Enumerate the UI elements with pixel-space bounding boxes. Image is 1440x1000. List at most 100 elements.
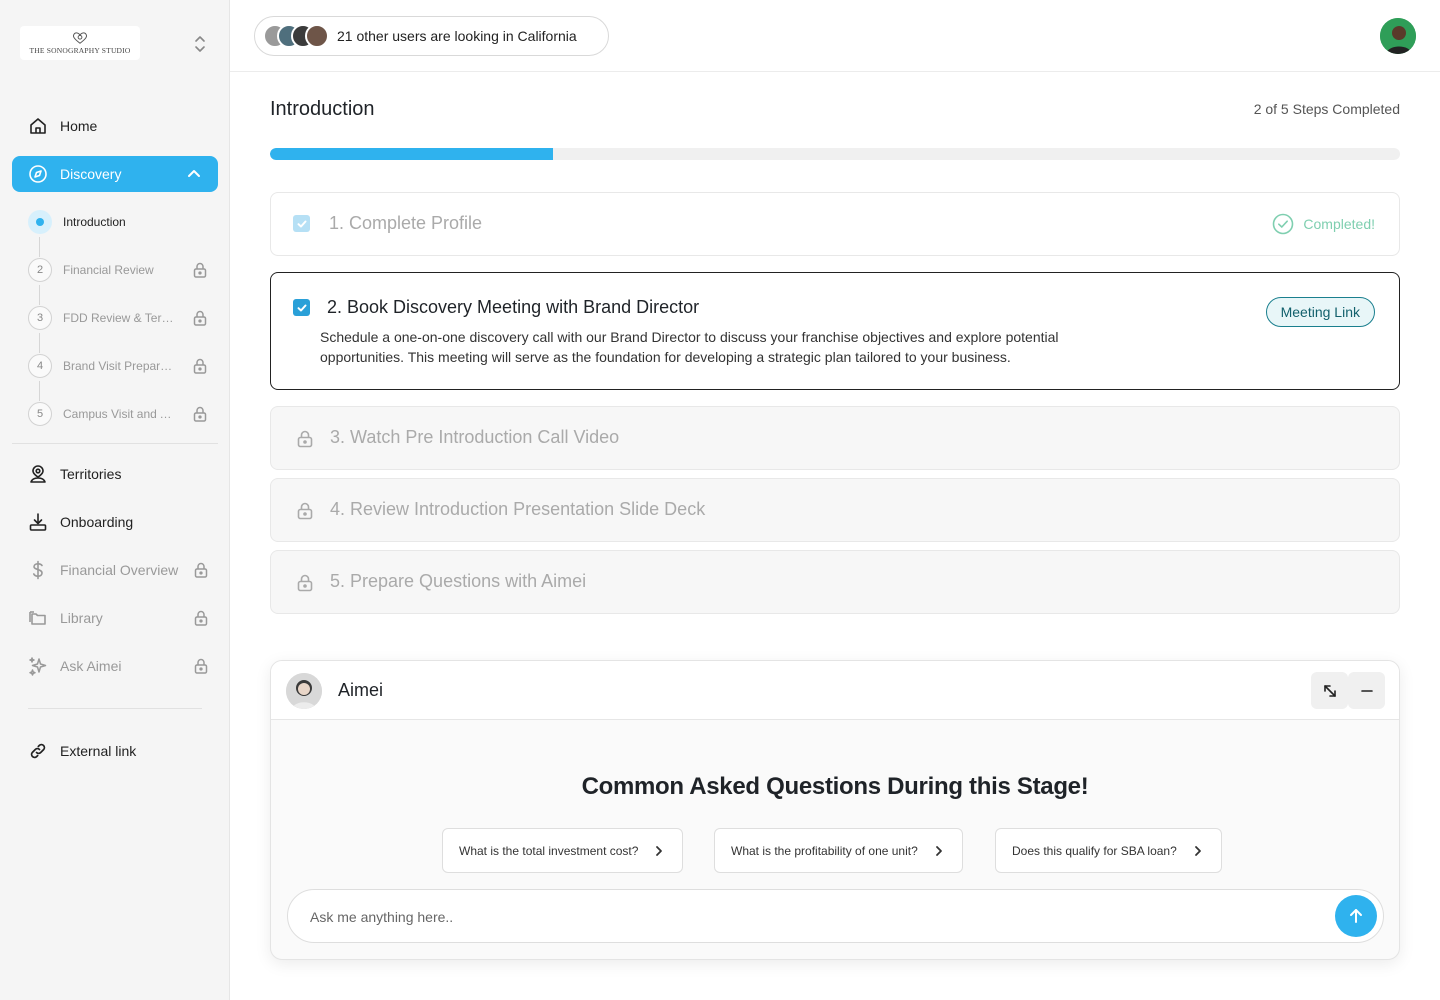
lock-icon xyxy=(193,310,207,326)
suggestion-chip-sba-loan[interactable]: Does this qualify for SBA loan? xyxy=(995,828,1222,873)
user-location-icon xyxy=(28,464,48,484)
sidebar-subitem-brand-visit[interactable]: 4 Brand Visit Preparation xyxy=(28,353,218,379)
sidebar-item-label: External link xyxy=(60,743,137,759)
subitem-label: Introduction xyxy=(63,215,126,229)
sidebar-item-label: Library xyxy=(60,610,103,626)
lock-icon xyxy=(194,658,208,674)
dollar-icon xyxy=(28,560,48,580)
step-card-watch-video[interactable]: 3. Watch Pre Introduction Call Video xyxy=(270,406,1400,470)
step-number: 2 xyxy=(28,258,52,282)
step-card-review-slide-deck[interactable]: 4. Review Introduction Presentation Slid… xyxy=(270,478,1400,542)
steps-completed-count: 2 of 5 Steps Completed xyxy=(1253,101,1400,117)
step-card-prepare-questions[interactable]: 5. Prepare Questions with Aimei xyxy=(270,550,1400,614)
suggestion-chip-investment-cost[interactable]: What is the total investment cost? xyxy=(442,828,684,873)
lock-icon xyxy=(193,358,207,374)
expand-arrows-icon xyxy=(1323,684,1336,697)
completed-label: Completed! xyxy=(1303,216,1375,232)
sidebar-subitem-financial-review[interactable]: 2 Financial Review xyxy=(28,257,218,283)
sidebar-item-label: Financial Overview xyxy=(60,562,179,578)
suggestion-label: What is the total investment cost? xyxy=(459,843,639,858)
step-number: 3 xyxy=(28,306,52,330)
step-card-book-discovery-meeting[interactable]: 2. Book Discovery Meeting with Brand Dir… xyxy=(270,272,1400,390)
page-title: Introduction xyxy=(270,98,375,120)
sidebar-item-onboarding[interactable]: Onboarding xyxy=(12,504,218,540)
expand-button[interactable] xyxy=(1311,672,1348,709)
lock-icon xyxy=(193,262,207,278)
check-icon xyxy=(293,299,310,316)
completed-status: Completed! xyxy=(1272,213,1375,235)
meeting-link-button[interactable]: Meeting Link xyxy=(1265,297,1375,327)
sidebar-subitem-campus-visit[interactable]: 5 Campus Visit and Approval xyxy=(28,401,218,427)
sidebar: THE SONOGRAPHY STUDIO Home Discovery Int… xyxy=(0,0,230,1000)
lock-icon xyxy=(297,574,313,592)
heart-logo-icon xyxy=(72,32,88,44)
subitem-label: Financial Review xyxy=(63,263,154,277)
progress-bar xyxy=(270,148,1400,160)
lock-icon xyxy=(297,502,313,520)
brand-logo[interactable]: THE SONOGRAPHY STUDIO xyxy=(20,26,140,60)
user-avatar[interactable] xyxy=(1380,18,1416,54)
sparkle-icon xyxy=(28,656,48,676)
sidebar-item-ask-aimei[interactable]: Ask Aimei xyxy=(12,648,218,684)
sidebar-item-financial-overview[interactable]: Financial Overview xyxy=(12,552,218,588)
check-icon xyxy=(293,215,310,232)
step-title: 4. Review Introduction Presentation Slid… xyxy=(330,499,706,519)
step-number: 5 xyxy=(28,402,52,426)
aimei-photo xyxy=(286,673,322,709)
chevron-up-icon[interactable] xyxy=(186,166,202,182)
sidebar-item-label: Onboarding xyxy=(60,514,134,530)
lock-icon xyxy=(194,610,208,626)
aimei-chat-panel: Aimei Common Asked Questions During this… xyxy=(270,660,1400,960)
current-step-indicator xyxy=(28,210,52,234)
sidebar-divider xyxy=(28,708,202,709)
sidebar-item-label: Territories xyxy=(60,466,122,482)
step-connector xyxy=(39,285,40,305)
chat-title: Common Asked Questions During this Stage… xyxy=(581,773,1089,800)
active-viewers-pill[interactable]: 21 other users are looking in California xyxy=(254,16,609,56)
sidebar-subitem-introduction[interactable]: Introduction xyxy=(28,209,218,235)
suggestion-chip-profitability[interactable]: What is the profitability of one unit? xyxy=(714,828,963,873)
arrow-up-icon xyxy=(1350,909,1362,923)
step-connector xyxy=(39,333,40,353)
sidebar-item-home[interactable]: Home xyxy=(12,108,218,144)
subitem-label: Campus Visit and Approval xyxy=(63,407,175,421)
sidebar-item-discovery[interactable]: Discovery xyxy=(12,156,218,192)
step-connector xyxy=(39,381,40,401)
lock-icon xyxy=(297,430,313,448)
sidebar-item-label: Home xyxy=(60,118,98,134)
top-header: 21 other users are looking in California xyxy=(230,0,1440,72)
viewers-text: 21 other users are looking in California xyxy=(337,28,577,44)
link-icon xyxy=(28,741,48,761)
minimize-button[interactable] xyxy=(1348,672,1385,709)
chevron-right-icon xyxy=(935,845,942,856)
step-card-complete-profile[interactable]: 1. Complete Profile Completed! xyxy=(270,192,1400,256)
send-button[interactable] xyxy=(1335,895,1377,937)
checkbox[interactable] xyxy=(293,299,313,319)
step-connector xyxy=(39,237,40,257)
compass-icon xyxy=(28,164,48,184)
step-title: 3. Watch Pre Introduction Call Video xyxy=(330,427,620,447)
step-title: 1. Complete Profile xyxy=(329,213,483,233)
chevron-up-down-icon[interactable] xyxy=(192,35,208,53)
checkbox[interactable] xyxy=(293,215,313,235)
sidebar-divider xyxy=(12,443,218,444)
chat-header: Aimei xyxy=(271,661,1399,720)
user-photo xyxy=(1380,18,1416,54)
sidebar-item-external-link[interactable]: External link xyxy=(12,733,218,769)
sidebar-item-label: Ask Aimei xyxy=(60,658,122,674)
sidebar-subitem-fdd-review[interactable]: 3 FDD Review & Territory Selection xyxy=(28,305,218,331)
minus-icon xyxy=(1360,689,1373,692)
check-circle-icon xyxy=(1273,213,1294,235)
sidebar-item-label: Discovery xyxy=(60,166,122,182)
suggestion-label: Does this qualify for SBA loan? xyxy=(1012,843,1177,858)
step-title: 5. Prepare Questions with Aimei xyxy=(330,571,587,591)
lock-icon xyxy=(194,562,208,578)
avatar xyxy=(305,24,329,48)
sidebar-item-library[interactable]: Library xyxy=(12,600,218,636)
chat-input[interactable] xyxy=(310,906,1290,928)
subitem-label: FDD Review & Territory Selection xyxy=(63,311,175,325)
sidebar-item-territories[interactable]: Territories xyxy=(12,456,218,492)
step-description: Schedule a one-on-one discovery call wit… xyxy=(320,329,1059,365)
subitem-label: Brand Visit Preparation xyxy=(63,359,175,373)
download-tray-icon xyxy=(28,512,48,532)
